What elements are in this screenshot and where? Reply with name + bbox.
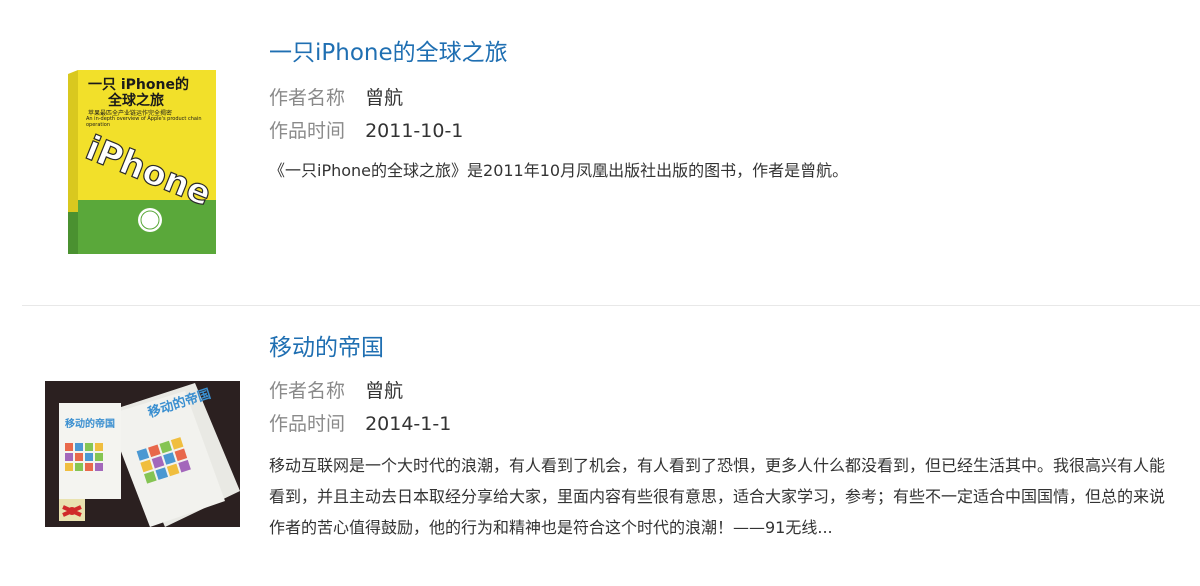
book-cover-graphic: [45, 381, 240, 527]
cover-english: An in-depth overview of Apple's product …: [86, 116, 202, 128]
author-label: 作者名称: [269, 87, 346, 109]
book-cover-image[interactable]: iPhone 一只 iPhone的 全球之旅 苹果最匹全产业链运作完全揭密 An…: [64, 62, 220, 258]
book-list-item: iPhone 一只 iPhone的 全球之旅 苹果最匹全产业链运作完全揭密 An…: [0, 0, 1200, 306]
time-label: 作品时间: [269, 413, 346, 435]
cover-title: 移动的帝国: [65, 419, 115, 430]
item-divider: [22, 305, 1200, 306]
time-row: 作品时间 2014-1-1: [269, 412, 451, 436]
time-label: 作品时间: [269, 120, 346, 142]
cover-title-line2: 全球之旅: [108, 93, 164, 109]
book-title[interactable]: 一只iPhone的全球之旅: [269, 38, 508, 68]
author-value: 曾航: [365, 380, 404, 402]
book-description: 移动互联网是一个大时代的浪潮，有人看到了机会，有人看到了恐惧，更多人什么都没看到…: [269, 456, 1166, 537]
book-description: 《一只iPhone的全球之旅》是2011年10月凤凰出版社出版的图书，作者是曾航…: [269, 161, 849, 180]
time-value: 2014-1-1: [365, 413, 452, 435]
time-row: 作品时间 2011-10-1: [269, 119, 463, 143]
book-cover-image[interactable]: 移动的帝国 移动的帝国: [45, 381, 240, 527]
author-row: 作者名称 曾航: [269, 379, 403, 403]
book-list-item: 移动的帝国 移动的帝国 移动的帝国 作者名称 曾航 作品时间 2014-1-1 …: [0, 307, 1200, 586]
time-value: 2011-10-1: [365, 120, 464, 142]
author-value: 曾航: [365, 87, 404, 109]
author-row: 作者名称 曾航: [269, 86, 403, 110]
book-title[interactable]: 移动的帝国: [269, 333, 384, 363]
author-label: 作者名称: [269, 380, 346, 402]
